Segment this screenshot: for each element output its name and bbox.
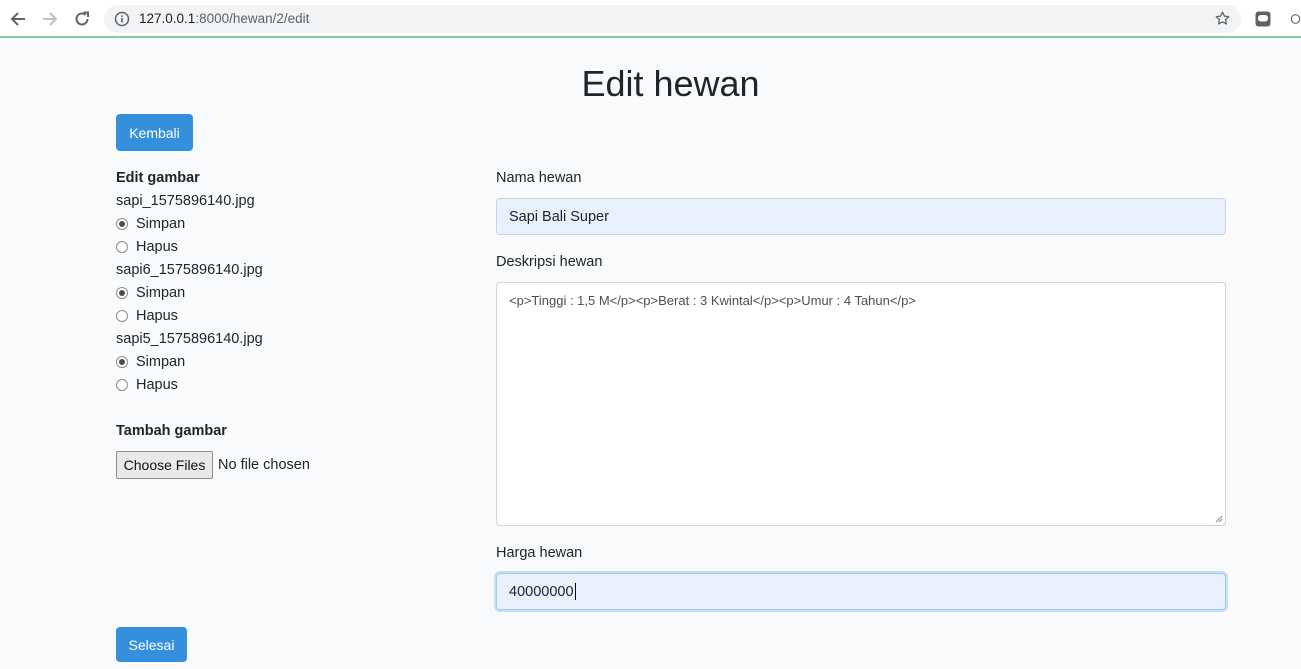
radio-label: Hapus [136,239,178,255]
profile-icon[interactable] [1290,8,1301,30]
radio-delete-image-3[interactable]: Hapus [116,376,178,394]
radio-delete-image-2[interactable]: Hapus [116,307,178,325]
choose-files-button[interactable]: Choose Files [116,451,213,479]
add-images-heading: Tambah gambar [116,423,227,439]
price-input[interactable]: 40000000 [496,573,1226,610]
image-filename: sapi6_1575896140.jpg [116,262,263,278]
resize-handle-icon[interactable] [1215,515,1223,523]
back-arrow-icon[interactable] [7,8,29,30]
url-path: :8000/hewan/2/edit [195,11,310,26]
radio-label: Simpan [136,354,186,370]
radio-delete-image-1[interactable]: Hapus [116,238,178,256]
radio-keep-image-2[interactable]: Simpan [116,284,185,302]
address-bar[interactable]: 127.0.0.1:8000/hewan/2/edit [104,5,1241,33]
description-textarea[interactable]: <p>Tinggi : 1,5 M</p><p>Berat : 3 Kwinta… [496,282,1226,526]
url-host: 127.0.0.1 [139,11,196,26]
url-text: 127.0.0.1:8000/hewan/2/edit [139,11,309,26]
image-filename: sapi_1575896140.jpg [116,193,255,209]
page-title: Edit hewan [581,63,760,104]
edit-images-heading: Edit gambar [116,170,200,186]
radio-button[interactable] [116,287,128,299]
text-caret [574,583,576,600]
radio-button[interactable] [116,379,128,391]
name-input[interactable]: Sapi Bali Super [496,198,1226,235]
extension-icon[interactable] [1252,8,1274,30]
info-icon[interactable] [114,11,130,31]
radio-button[interactable] [116,356,128,368]
back-button[interactable]: Kembali [116,114,193,151]
submit-button[interactable]: Selesai [116,627,187,662]
name-input-value: Sapi Bali Super [509,208,609,225]
name-label: Nama hewan [496,170,582,186]
radio-label: Simpan [136,216,186,232]
image-filename: sapi5_1575896140.jpg [116,331,263,347]
radio-label: Hapus [136,308,178,324]
radio-button[interactable] [116,310,128,322]
radio-button[interactable] [116,241,128,253]
radio-label: Hapus [136,377,178,393]
radio-keep-image-1[interactable]: Simpan [116,215,185,233]
radio-label: Simpan [136,285,186,301]
radio-button[interactable] [116,218,128,230]
description-value: <p>Tinggi : 1,5 M</p><p>Berat : 3 Kwinta… [509,293,916,308]
reload-icon[interactable] [71,8,93,30]
file-status: No file chosen [218,457,310,473]
price-label: Harga hewan [496,545,583,561]
price-input-value: 40000000 [509,583,574,600]
forward-arrow-icon[interactable] [39,8,61,30]
description-label: Deskripsi hewan [496,254,603,270]
star-icon[interactable] [1214,10,1231,31]
radio-keep-image-3[interactable]: Simpan [116,353,185,371]
browser-toolbar: 127.0.0.1:8000/hewan/2/edit [0,0,1301,38]
